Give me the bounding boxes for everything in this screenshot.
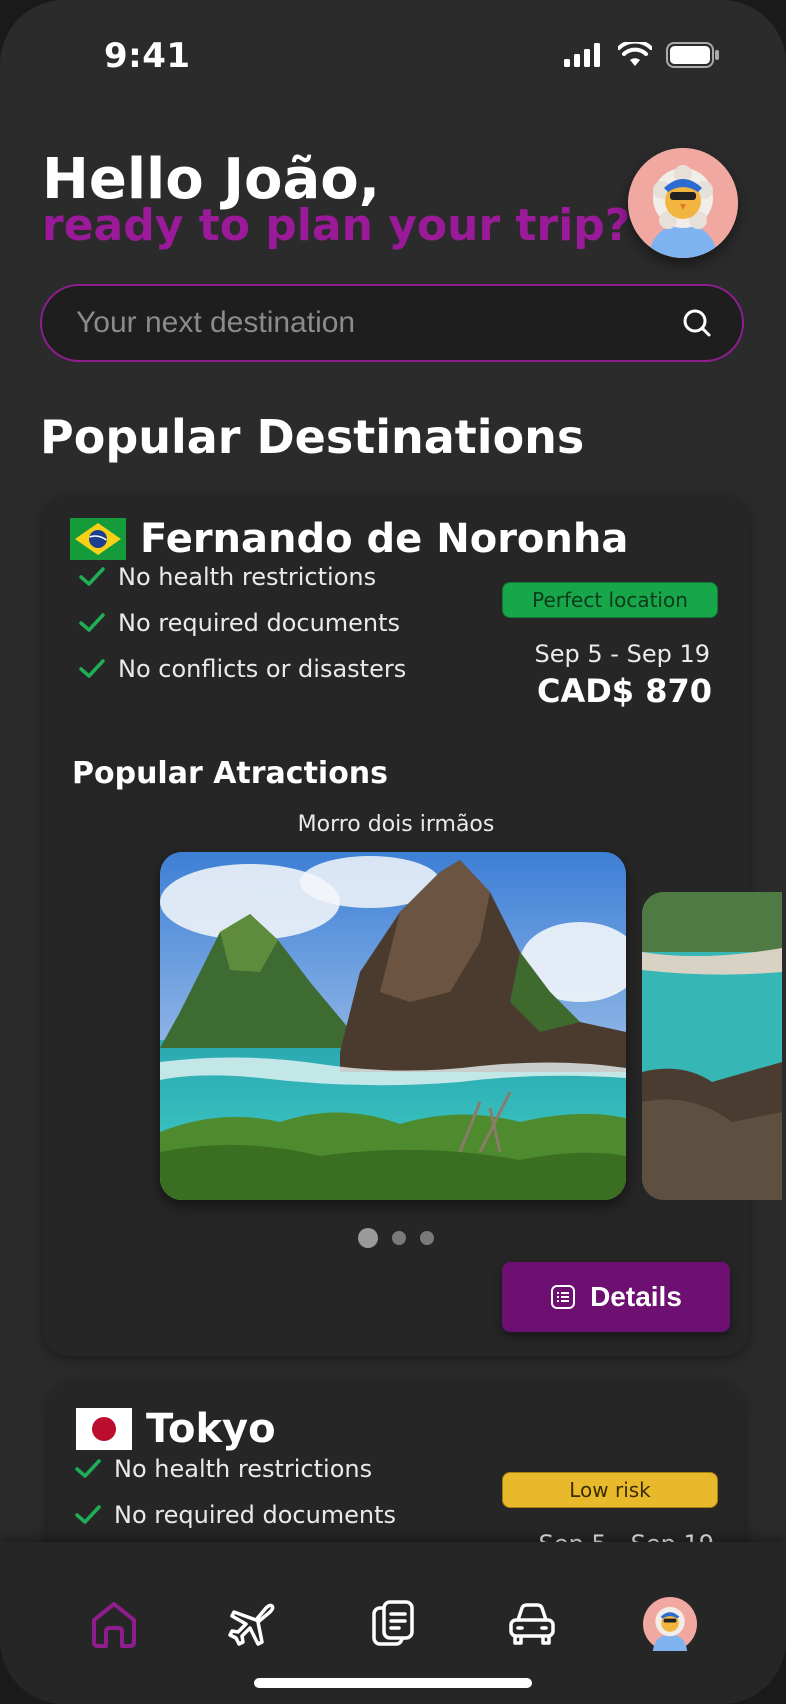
check-label: No required documents: [118, 609, 401, 637]
search-icon[interactable]: [682, 308, 712, 338]
attraction-image-next[interactable]: [642, 892, 782, 1200]
check-icon: [79, 613, 105, 632]
battery-icon: [666, 42, 719, 68]
bottom-nav: [0, 1542, 786, 1704]
section-title: Popular Destinations: [40, 410, 585, 464]
avatar-illustration-icon: [628, 148, 738, 258]
status-badge: Perfect location: [502, 582, 718, 618]
check-item: No required documents: [74, 600, 406, 646]
status-icons: [564, 42, 720, 68]
check-label: No conflicts or disasters: [118, 655, 407, 683]
carousel-dot[interactable]: [358, 1228, 378, 1248]
attraction-image[interactable]: [160, 852, 626, 1200]
trip-dates: Sep 5 - Sep 19: [534, 640, 710, 668]
car-icon[interactable]: [506, 1598, 558, 1650]
search-input[interactable]: [74, 305, 682, 341]
greeting-subtitle: ready to plan your trip?: [42, 200, 631, 251]
check-label: No health restrictions: [118, 563, 377, 591]
landscape-image-icon: [642, 892, 782, 1200]
nav-car[interactable]: [502, 1594, 562, 1654]
check-item: No health restrictions: [70, 1446, 396, 1492]
attractions-title: Popular Atractions: [72, 756, 389, 791]
home-icon[interactable]: [88, 1598, 140, 1650]
documents-icon[interactable]: [368, 1598, 420, 1650]
attraction-caption: Morro dois irmãos: [297, 812, 495, 837]
check-item: No conflicts or disasters: [74, 646, 406, 692]
status-badge: Low risk: [502, 1472, 718, 1508]
profile-avatar-icon[interactable]: [643, 1597, 697, 1651]
airplane-icon[interactable]: [226, 1598, 278, 1650]
nav-home[interactable]: [84, 1594, 144, 1654]
destination-card[interactable]: Fernando de Noronha No health restrictio…: [42, 494, 782, 1356]
check-icon: [79, 659, 105, 678]
carousel-dots: [42, 1228, 750, 1248]
signal-icon: [564, 43, 600, 67]
check-item: No required documents: [70, 1492, 396, 1538]
nav-flights[interactable]: [222, 1594, 282, 1654]
home-indicator[interactable]: [254, 1678, 532, 1688]
details-label: Details: [590, 1281, 682, 1312]
search-bar[interactable]: [40, 284, 744, 362]
check-label: No health restrictions: [114, 1455, 373, 1483]
profile-avatar[interactable]: [628, 148, 738, 258]
check-list: No health restrictions No required docum…: [74, 554, 406, 692]
check-item: No health restrictions: [74, 554, 406, 600]
check-list: No health restrictions No required docum…: [70, 1446, 396, 1538]
trip-price: CAD$ 870: [536, 672, 712, 710]
details-button[interactable]: Details: [502, 1262, 730, 1332]
check-label: No required documents: [114, 1501, 397, 1529]
carousel-dot[interactable]: [392, 1231, 406, 1245]
check-icon: [75, 1505, 101, 1524]
japan-flag-icon: [76, 1408, 132, 1450]
check-icon: [75, 1459, 101, 1478]
landscape-image-icon: [160, 852, 626, 1200]
status-time: 9:41: [104, 36, 191, 76]
nav-profile[interactable]: [640, 1594, 700, 1654]
wifi-icon: [618, 42, 652, 66]
list-icon: [551, 1285, 576, 1309]
nav-documents[interactable]: [364, 1594, 424, 1654]
phone-screen: 9:41 Hello João, ready to plan your trip…: [0, 0, 786, 1704]
carousel-dot[interactable]: [420, 1231, 434, 1245]
check-icon: [79, 567, 105, 586]
